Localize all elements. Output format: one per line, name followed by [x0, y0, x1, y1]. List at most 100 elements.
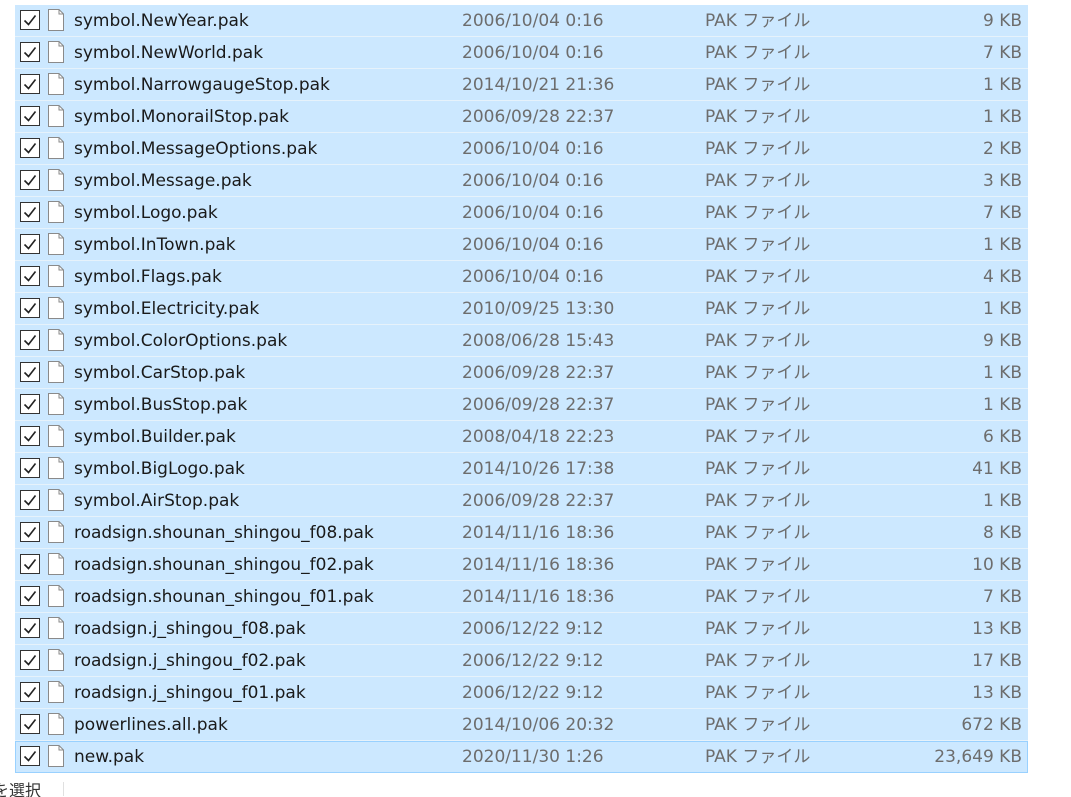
file-date-modified: 2020/11/30 1:26 — [462, 747, 604, 767]
file-row[interactable]: powerlines.all.pak 2014/10/06 20:32 PAK … — [15, 709, 1028, 741]
file-row[interactable]: symbol.NewWorld.pak 2006/10/04 0:16 PAK … — [15, 37, 1028, 69]
file-row[interactable]: symbol.AirStop.pak 2006/09/28 22:37 PAK … — [15, 485, 1028, 517]
file-date-modified: 2006/09/28 22:37 — [462, 107, 615, 127]
file-date-modified: 2014/10/26 17:38 — [462, 459, 615, 479]
file-name: symbol.MonorailStop.pak — [74, 107, 289, 127]
file-icon — [47, 553, 65, 575]
file-size: 17 KB — [972, 651, 1022, 671]
file-name: roadsign.j_shingou_f02.pak — [74, 651, 306, 671]
file-row[interactable]: symbol.InTown.pak 2006/10/04 0:16 PAK ファ… — [15, 229, 1028, 261]
file-size: 9 KB — [982, 11, 1022, 31]
checkbox-checked-icon[interactable] — [20, 330, 40, 350]
checkbox-checked-icon[interactable] — [20, 10, 40, 30]
file-row[interactable]: symbol.ColorOptions.pak 2008/06/28 15:43… — [15, 325, 1028, 357]
file-row[interactable]: symbol.Flags.pak 2006/10/04 0:16 PAK ファイ… — [15, 261, 1028, 293]
file-size: 7 KB — [982, 587, 1022, 607]
file-row[interactable]: roadsign.j_shingou_f01.pak 2006/12/22 9:… — [15, 677, 1028, 709]
file-name: symbol.Message.pak — [74, 171, 252, 191]
file-size: 1 KB — [982, 299, 1022, 319]
checkbox-checked-icon[interactable] — [20, 394, 40, 414]
file-row[interactable]: symbol.BusStop.pak 2006/09/28 22:37 PAK … — [15, 389, 1028, 421]
file-type: PAK ファイル — [705, 107, 811, 127]
file-row[interactable]: symbol.Builder.pak 2008/04/18 22:23 PAK … — [15, 421, 1028, 453]
file-size: 13 KB — [972, 683, 1022, 703]
file-row[interactable]: roadsign.j_shingou_f02.pak 2006/12/22 9:… — [15, 645, 1028, 677]
checkbox-checked-icon[interactable] — [20, 266, 40, 286]
file-date-modified: 2006/10/04 0:16 — [462, 11, 604, 31]
checkbox-checked-icon[interactable] — [20, 362, 40, 382]
file-row[interactable]: symbol.Logo.pak 2006/10/04 0:16 PAK ファイル… — [15, 197, 1028, 229]
checkbox-checked-icon[interactable] — [20, 42, 40, 62]
file-name: symbol.AirStop.pak — [74, 491, 240, 511]
file-type: PAK ファイル — [705, 683, 811, 703]
file-icon — [47, 649, 65, 671]
checkbox-checked-icon[interactable] — [20, 234, 40, 254]
file-row[interactable]: symbol.Message.pak 2006/10/04 0:16 PAK フ… — [15, 165, 1028, 197]
file-type: PAK ファイル — [705, 395, 811, 415]
checkbox-checked-icon[interactable] — [20, 522, 40, 542]
checkbox-checked-icon[interactable] — [20, 714, 40, 734]
file-size: 1 KB — [982, 363, 1022, 383]
file-size: 7 KB — [982, 43, 1022, 63]
file-name: new.pak — [74, 747, 145, 767]
file-icon — [47, 105, 65, 127]
file-size: 1 KB — [982, 491, 1022, 511]
file-name: symbol.MessageOptions.pak — [74, 139, 318, 159]
file-row[interactable]: symbol.Electricity.pak 2010/09/25 13:30 … — [15, 293, 1028, 325]
file-name: symbol.CarStop.pak — [74, 363, 246, 383]
checkbox-checked-icon[interactable] — [20, 138, 40, 158]
file-date-modified: 2006/09/28 22:37 — [462, 395, 615, 415]
file-row[interactable]: symbol.BigLogo.pak 2014/10/26 17:38 PAK … — [15, 453, 1028, 485]
file-type: PAK ファイル — [705, 43, 811, 63]
file-row[interactable]: roadsign.shounan_shingou_f01.pak 2014/11… — [15, 581, 1028, 613]
file-size: 13 KB — [972, 619, 1022, 639]
file-type: PAK ファイル — [705, 267, 811, 287]
file-name: symbol.ColorOptions.pak — [74, 331, 288, 351]
checkbox-checked-icon[interactable] — [20, 554, 40, 574]
file-row[interactable]: roadsign.shounan_shingou_f02.pak 2014/11… — [15, 549, 1028, 581]
file-type: PAK ファイル — [705, 747, 811, 767]
file-type: PAK ファイル — [705, 427, 811, 447]
checkbox-checked-icon[interactable] — [20, 682, 40, 702]
file-date-modified: 2008/04/18 22:23 — [462, 427, 615, 447]
file-row[interactable]: new.pak 2020/11/30 1:26 PAK ファイル 23,649 … — [15, 741, 1028, 773]
checkbox-checked-icon[interactable] — [20, 618, 40, 638]
checkbox-checked-icon[interactable] — [20, 298, 40, 318]
file-row[interactable]: roadsign.shounan_shingou_f08.pak 2014/11… — [15, 517, 1028, 549]
checkbox-checked-icon[interactable] — [20, 746, 40, 766]
file-size: 1 KB — [982, 107, 1022, 127]
file-icon — [47, 329, 65, 351]
file-row[interactable]: roadsign.j_shingou_f08.pak 2006/12/22 9:… — [15, 613, 1028, 645]
file-row[interactable]: symbol.NewYear.pak 2006/10/04 0:16 PAK フ… — [15, 5, 1028, 37]
file-date-modified: 2006/10/04 0:16 — [462, 139, 604, 159]
checkbox-checked-icon[interactable] — [20, 106, 40, 126]
file-size: 672 KB — [961, 715, 1022, 735]
file-date-modified: 2006/09/28 22:37 — [462, 491, 615, 511]
file-name: roadsign.shounan_shingou_f01.pak — [74, 587, 374, 607]
checkbox-checked-icon[interactable] — [20, 458, 40, 478]
checkbox-checked-icon[interactable] — [20, 490, 40, 510]
file-name: symbol.Electricity.pak — [74, 299, 260, 319]
checkbox-checked-icon[interactable] — [20, 74, 40, 94]
file-name: roadsign.shounan_shingou_f08.pak — [74, 523, 374, 543]
file-type: PAK ファイル — [705, 587, 811, 607]
file-icon — [47, 617, 65, 639]
file-date-modified: 2006/12/22 9:12 — [462, 683, 604, 703]
file-size: 8 KB — [982, 523, 1022, 543]
file-row[interactable]: symbol.CarStop.pak 2006/09/28 22:37 PAK … — [15, 357, 1028, 389]
file-row[interactable]: symbol.MonorailStop.pak 2006/09/28 22:37… — [15, 101, 1028, 133]
file-size: 9 KB — [982, 331, 1022, 351]
checkbox-checked-icon[interactable] — [20, 426, 40, 446]
file-type: PAK ファイル — [705, 235, 811, 255]
checkbox-checked-icon[interactable] — [20, 170, 40, 190]
file-type: PAK ファイル — [705, 459, 811, 479]
file-date-modified: 2014/11/16 18:36 — [462, 555, 615, 575]
checkbox-checked-icon[interactable] — [20, 650, 40, 670]
checkbox-checked-icon[interactable] — [20, 202, 40, 222]
file-type: PAK ファイル — [705, 523, 811, 543]
file-row[interactable]: symbol.NarrowgaugeStop.pak 2014/10/21 21… — [15, 69, 1028, 101]
file-row[interactable]: symbol.MessageOptions.pak 2006/10/04 0:1… — [15, 133, 1028, 165]
checkbox-checked-icon[interactable] — [20, 586, 40, 606]
file-date-modified: 2014/11/16 18:36 — [462, 523, 615, 543]
file-icon — [47, 713, 65, 735]
